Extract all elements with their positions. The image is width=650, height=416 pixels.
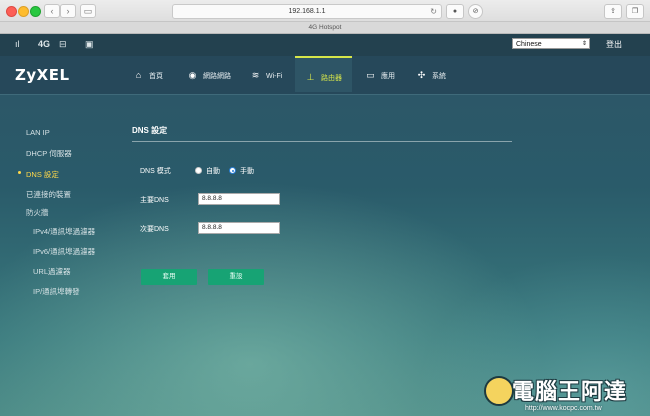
sidebar-item-url-filter[interactable]: URL過濾器 <box>33 266 71 277</box>
dns-mode-manual-label: 手動 <box>240 168 254 175</box>
select-arrows-icon: ⇕ <box>581 41 587 47</box>
sidebar-toggle-icon[interactable]: ▭ <box>80 4 96 18</box>
zoom-window-button[interactable] <box>30 6 41 17</box>
url-text: 192.168.1.1 <box>288 8 326 15</box>
page-title: DNS 設定 <box>132 126 168 135</box>
tab-apps[interactable]: ▭ 應用 <box>365 56 395 94</box>
sidebar-item-label: DNS 設定 <box>26 170 59 179</box>
tab-label: 網路網路 <box>203 73 231 80</box>
home-icon: ⌂ <box>135 70 142 80</box>
tab-router[interactable]: ⊥ 路由器 <box>295 56 352 92</box>
sidebar-item-ipv4-filter[interactable]: IPv4/通訊埠過濾器 <box>33 226 95 237</box>
user-count-icon: ▣ <box>85 39 94 49</box>
sidebar-item-dns[interactable]: DNS 設定 <box>18 169 59 180</box>
main-header: ZyXEL ⌂ 首頁 ◉ 網路網路 ≋ Wi-Fi ⊥ 路由器 ▭ 應用 ✣ 系統 <box>0 56 650 95</box>
title-divider <box>132 141 512 142</box>
language-value: Chinese <box>516 41 542 48</box>
tab-label: Wi-Fi <box>266 73 283 80</box>
watermark-url: http://www.kocpc.com.tw <box>525 405 602 412</box>
router-icon: ⊥ <box>306 72 315 82</box>
tab-wifi[interactable]: ≋ Wi-Fi <box>250 56 283 94</box>
tab-home[interactable]: ⌂ 首頁 <box>133 56 163 94</box>
language-select[interactable]: Chinese ⇕ <box>512 38 590 49</box>
network-type: 4G <box>38 39 51 49</box>
apply-button[interactable]: 套用 <box>141 269 197 285</box>
watermark-text: 電腦王阿達 <box>512 379 628 404</box>
network-icon: ⊟ <box>59 39 67 49</box>
tabs-overview-icon[interactable]: ❐ <box>626 4 644 19</box>
secondary-dns-input[interactable]: 8.8.8.8 <box>198 222 280 234</box>
primary-dns-label: 主要DNS <box>140 197 169 204</box>
wifi-icon: ≋ <box>251 70 260 80</box>
dns-mode-auto-radio[interactable] <box>195 167 202 174</box>
page-tab-title: 4G Hotspot <box>0 21 650 33</box>
dns-mode-label: DNS 模式 <box>140 168 171 175</box>
reset-button[interactable]: 重設 <box>208 269 264 285</box>
logout-link[interactable]: 登出 <box>606 39 622 50</box>
dns-mode-auto-label: 自動 <box>206 168 220 175</box>
sidebar-item-dhcp[interactable]: DHCP 伺服器 <box>26 148 72 159</box>
back-arrow-icon[interactable]: ‹ <box>44 4 60 18</box>
browser-chrome: ‹ › ▭ 192.168.1.1 ↻ ● ⊘ ⇪ ❐ 4G Hotspot <box>0 0 650 34</box>
tab-label: 路由器 <box>321 75 342 82</box>
sidebar-item-port-forward[interactable]: IP/通訊埠轉發 <box>33 286 80 297</box>
dns-mode-manual-radio[interactable] <box>229 167 236 174</box>
primary-dns-input[interactable]: 8.8.8.8 <box>198 193 280 205</box>
address-bar[interactable]: 192.168.1.1 ↻ <box>172 4 442 19</box>
sidebar-item-ipv6-filter[interactable]: IPv6/通訊埠過濾器 <box>33 246 95 257</box>
gear-icon: ✣ <box>417 70 426 80</box>
forward-arrow-icon[interactable]: › <box>60 4 76 18</box>
zyxel-logo: ZyXEL <box>15 66 70 84</box>
share-icon[interactable]: ⇪ <box>604 4 622 19</box>
sidebar-item-lan-ip[interactable]: LAN IP <box>26 128 50 137</box>
globe-icon: ◉ <box>188 70 197 80</box>
active-dot-icon <box>18 171 21 174</box>
signal-icon: ıl <box>15 39 20 49</box>
sidebar-item-connected-devices[interactable]: 已連接的裝置 <box>26 189 71 200</box>
minimize-window-button[interactable] <box>18 6 29 17</box>
tab-network[interactable]: ◉ 網路網路 <box>187 56 231 94</box>
close-window-button[interactable] <box>6 6 17 17</box>
tab-label: 應用 <box>381 73 395 80</box>
secondary-dns-label: 次要DNS <box>140 226 169 233</box>
tab-label: 首頁 <box>149 73 163 80</box>
extension-icon[interactable]: ● <box>446 4 464 19</box>
sidebar-item-firewall[interactable]: 防火牆 <box>26 207 49 218</box>
tab-system[interactable]: ✣ 系統 <box>416 56 446 94</box>
router-app: ıl 4G ⊟ ▣ Chinese ⇕ 登出 ZyXEL ⌂ 首頁 ◉ 網路網路 ≋… <box>0 34 650 416</box>
adblock-icon[interactable]: ⊘ <box>468 4 483 19</box>
mascot-logo-icon <box>484 376 514 406</box>
monitor-icon: ▭ <box>366 70 375 80</box>
status-strip: ıl 4G ⊟ ▣ Chinese ⇕ 登出 <box>0 34 650 56</box>
reload-icon[interactable]: ↻ <box>430 5 437 18</box>
tab-label: 系統 <box>432 73 446 80</box>
